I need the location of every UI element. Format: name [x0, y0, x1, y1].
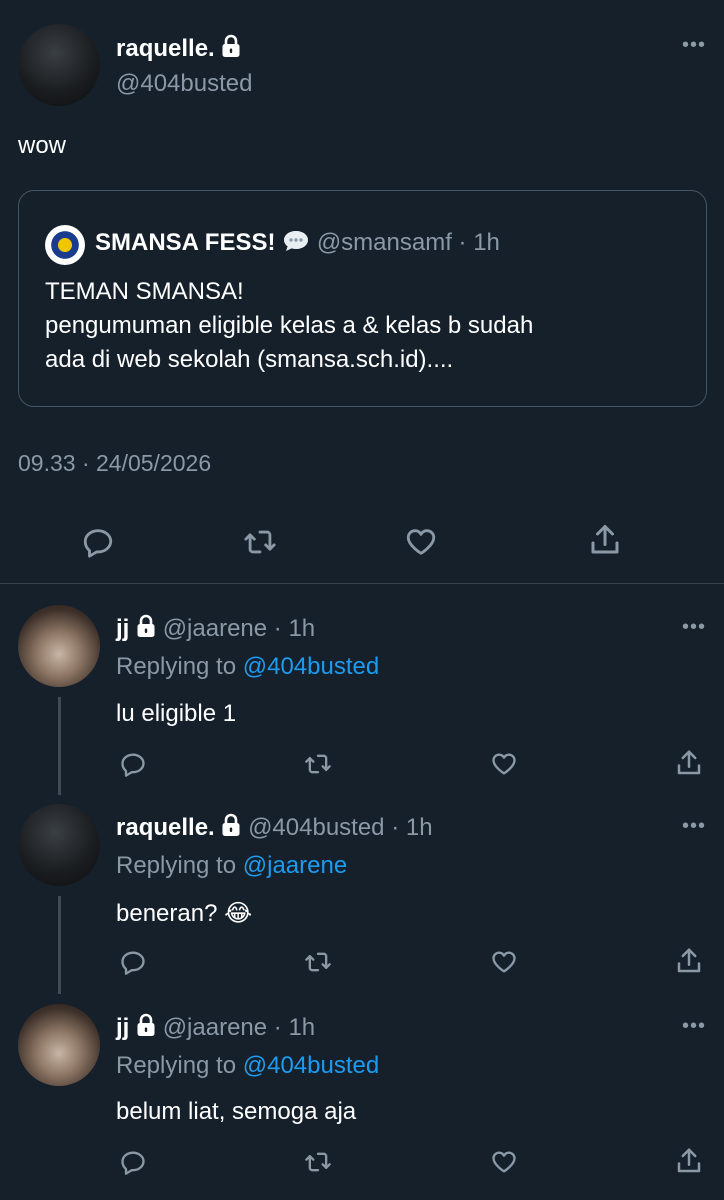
- author-line: jj @jaarene · 1h: [116, 614, 315, 645]
- more-icon[interactable]: •••: [682, 1016, 706, 1036]
- avatar[interactable]: [18, 804, 100, 886]
- avatar[interactable]: [18, 24, 100, 106]
- retweet-icon: [305, 754, 331, 774]
- display-name[interactable]: jj: [116, 1014, 129, 1041]
- quote-text: TEMAN SMANSA! pengumuman eligible kelas …: [45, 275, 533, 377]
- quote-card[interactable]: SMANSA FESS! @smansamf · 1h TEMAN SMANSA…: [18, 190, 707, 407]
- quote-text-line: ada di web sekolah (smansa.sch.id)....: [45, 346, 454, 373]
- lock-icon: [221, 34, 241, 65]
- reply-icon: [121, 951, 145, 975]
- reply-button[interactable]: [116, 748, 150, 780]
- share-icon: [677, 750, 701, 775]
- tweet-text: wow: [18, 132, 67, 159]
- author-line: raquelle.: [116, 34, 241, 65]
- tweet-time[interactable]: · 1h: [274, 615, 315, 642]
- retweet-button[interactable]: [301, 1146, 335, 1178]
- heart-icon: [492, 753, 516, 775]
- tweet-text: beneran? 😂: [116, 899, 252, 928]
- quote-text-line: TEMAN SMANSA!: [45, 278, 244, 305]
- replying-to: Replying to @jaarene: [116, 852, 347, 880]
- quote-text-line: pengumuman eligible kelas a & kelas b su…: [45, 312, 534, 339]
- handle[interactable]: @404busted: [248, 814, 384, 841]
- share-button[interactable]: [672, 746, 706, 780]
- thread-line: [58, 697, 61, 795]
- replying-prefix: Replying to: [116, 1052, 237, 1079]
- handle[interactable]: @jaarene: [163, 615, 267, 642]
- tweet-time[interactable]: · 1h: [274, 1014, 315, 1041]
- like-button[interactable]: [487, 946, 521, 978]
- quote-display-name: SMANSA FESS!: [95, 229, 276, 256]
- replying-to: Replying to @404busted: [116, 1052, 379, 1080]
- retweet-button[interactable]: [240, 522, 280, 562]
- share-icon: [677, 948, 701, 973]
- author-line: raquelle. @404busted · 1h: [116, 813, 433, 844]
- avatar[interactable]: [18, 1004, 100, 1086]
- heart-icon: [492, 1151, 516, 1173]
- tweet-text-content: lu eligible 1: [116, 700, 237, 727]
- quote-author-line: SMANSA FESS! @smansamf · 1h: [95, 229, 500, 260]
- more-icon[interactable]: •••: [682, 35, 706, 55]
- heart-icon: [406, 529, 436, 555]
- retweet-button[interactable]: [301, 748, 335, 780]
- more-icon[interactable]: •••: [682, 816, 706, 836]
- quote-time: · 1h: [458, 229, 500, 256]
- display-name[interactable]: raquelle.: [116, 35, 215, 62]
- reply-button[interactable]: [78, 522, 118, 562]
- like-button[interactable]: [487, 748, 521, 780]
- lock-icon: [221, 813, 241, 844]
- heart-icon: [492, 951, 516, 973]
- share-icon: [591, 525, 619, 554]
- more-icon[interactable]: •••: [682, 617, 706, 637]
- tweet-text: lu eligible 1: [116, 700, 236, 728]
- avatar[interactable]: [18, 605, 100, 687]
- replying-to-link[interactable]: @404busted: [243, 1052, 379, 1079]
- tweet-text-content: beneran?: [116, 900, 218, 927]
- handle[interactable]: @404busted: [116, 70, 252, 98]
- reply-button[interactable]: [116, 946, 150, 978]
- display-name[interactable]: raquelle.: [116, 814, 215, 841]
- tweet-text: belum liat, semoga aja: [116, 1098, 356, 1126]
- retweet-icon: [244, 530, 276, 554]
- replying-prefix: Replying to: [116, 852, 237, 879]
- timestamp[interactable]: 09.33 · 24/05/2026: [18, 450, 211, 477]
- tweet-text-content: belum liat, semoga aja: [116, 1098, 357, 1125]
- retweet-icon: [305, 1152, 331, 1172]
- tweet-time[interactable]: · 1h: [391, 814, 432, 841]
- retweet-button[interactable]: [301, 946, 335, 978]
- lock-icon: [136, 614, 156, 645]
- replying-to-link[interactable]: @jaarene: [243, 852, 347, 879]
- divider: [0, 583, 724, 584]
- replying-to: Replying to @404busted: [116, 653, 379, 681]
- laughing-emoji-icon: 😂: [224, 900, 253, 927]
- share-button[interactable]: [585, 520, 625, 560]
- reply-icon: [121, 1151, 145, 1175]
- quote-avatar: [45, 225, 85, 265]
- thread-line: [58, 896, 61, 994]
- like-button[interactable]: [401, 522, 441, 562]
- share-icon: [677, 1148, 701, 1173]
- share-button[interactable]: [672, 944, 706, 978]
- author-line: jj @jaarene · 1h: [116, 1013, 315, 1044]
- reply-icon: [121, 753, 145, 777]
- share-button[interactable]: [672, 1144, 706, 1178]
- speech-bubble-icon: [282, 229, 310, 260]
- reply-button[interactable]: [116, 1146, 150, 1178]
- handle[interactable]: @jaarene: [163, 1014, 267, 1041]
- display-name[interactable]: jj: [116, 615, 129, 642]
- quote-handle: @smansamf: [316, 229, 452, 256]
- like-button[interactable]: [487, 1146, 521, 1178]
- replying-to-link[interactable]: @404busted: [243, 653, 379, 680]
- lock-icon: [136, 1013, 156, 1044]
- replying-prefix: Replying to: [116, 653, 237, 680]
- reply-icon: [83, 529, 113, 558]
- retweet-icon: [305, 952, 331, 972]
